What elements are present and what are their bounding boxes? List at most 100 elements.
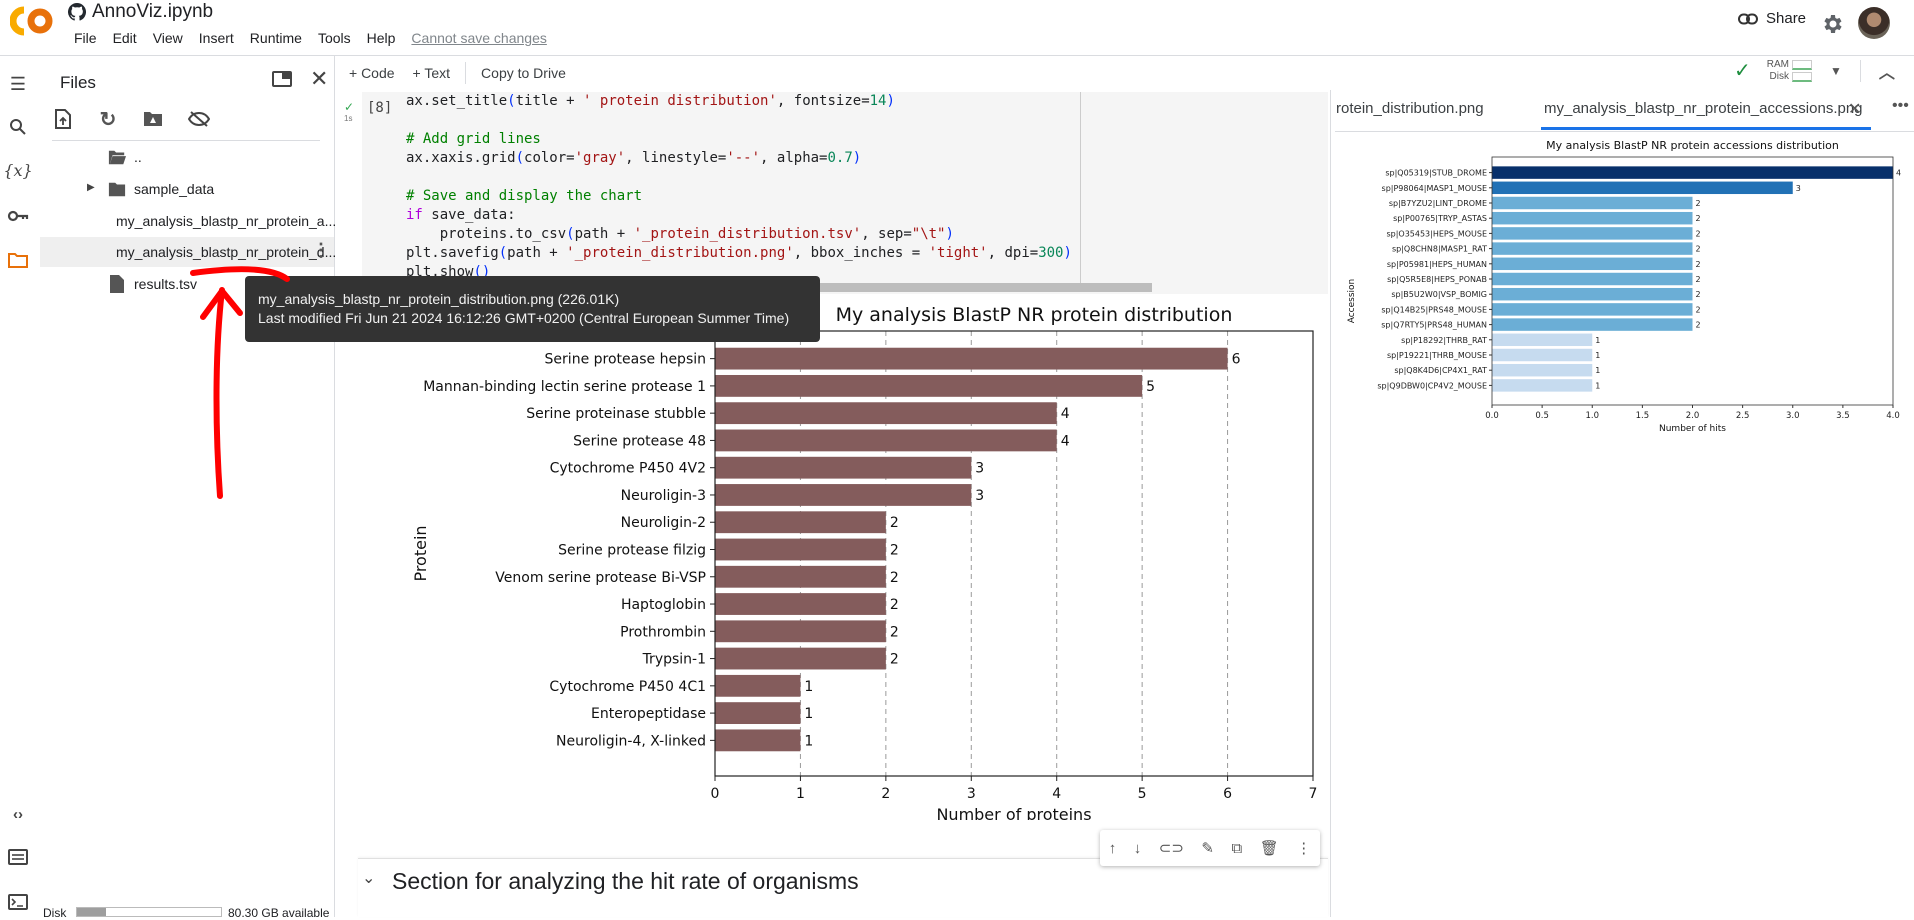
copy-to-drive-button[interactable]: Copy to Drive (472, 65, 575, 81)
add-code-button[interactable]: + Code (340, 65, 404, 81)
y-tick-label: sp|Q8CHN8|MASP1_RAT (1392, 245, 1487, 254)
user-avatar[interactable] (1858, 7, 1890, 39)
ram-graph (1792, 59, 1812, 70)
tab-protein-accessions[interactable]: my_analysis_blastp_nr_protein_accessions… (1544, 100, 1863, 117)
bar-value-label: 2 (890, 570, 899, 586)
bar-value-label: 2 (1696, 290, 1701, 299)
y-tick-label: Cytochrome P450 4C1 (549, 679, 706, 695)
folder-icon[interactable] (6, 248, 30, 272)
bar (1492, 181, 1793, 195)
notebook-title[interactable]: AnnoViz.ipynb (68, 1, 213, 23)
bar (1492, 242, 1693, 255)
link-to-cell-icon[interactable]: ⊂⊃ (1159, 839, 1184, 857)
code-snippets-icon[interactable]: ‹› (6, 802, 30, 826)
menu-edit[interactable]: Edit (105, 30, 145, 46)
mirror-cell-icon[interactable]: ⧉ (1231, 840, 1242, 857)
share-button[interactable]: Share (1738, 10, 1806, 27)
bar (715, 565, 886, 588)
chart-title: My analysis BlastP NR protein distributi… (836, 304, 1233, 326)
move-up-icon[interactable]: ↑ (1109, 840, 1117, 857)
y-tick-label: sp|B7YZU2|LINT_DROME (1389, 199, 1487, 208)
bar-value-label: 1 (1595, 381, 1600, 390)
x-tick-label: 0.0 (1485, 411, 1499, 421)
x-tick-label: 1 (796, 786, 805, 802)
hide-files-icon[interactable] (188, 108, 210, 130)
notebook-title-text: AnnoViz.ipynb (92, 1, 214, 22)
bar-value-label: 2 (1696, 229, 1701, 238)
delete-icon[interactable]: 🗑 (1260, 839, 1279, 857)
bar-value-label: 2 (890, 624, 899, 640)
tab-protein-distribution[interactable]: rotein_distribution.png (1336, 100, 1484, 117)
variables-icon[interactable]: {x} (3, 158, 32, 182)
bar (1492, 303, 1693, 316)
code-editor[interactable]: ax.set_title(title + ' protein distribut… (406, 92, 1072, 282)
collapse-section-icon[interactable]: ⌄ (362, 868, 375, 888)
more-options-icon[interactable]: ⋮ (312, 240, 330, 261)
file-icon (110, 275, 124, 293)
more-actions-icon[interactable]: ⋮ (1296, 839, 1311, 857)
colab-logo[interactable] (10, 6, 54, 36)
edit-pencil-icon[interactable]: ✎ (1201, 839, 1214, 857)
close-panel-icon[interactable]: ✕ (310, 66, 328, 92)
open-in-tab-icon[interactable] (272, 71, 292, 87)
save-status-link[interactable]: Cannot save changes (403, 30, 554, 46)
menu-insert[interactable]: Insert (191, 30, 242, 46)
menu-view[interactable]: View (145, 30, 191, 46)
link-icon (1738, 13, 1758, 24)
refresh-icon[interactable]: ↻ (97, 108, 119, 131)
bar (1492, 348, 1593, 362)
y-axis-label: Accession (1347, 279, 1357, 324)
y-tick-label: Venom serine protease Bi-VSP (495, 570, 706, 586)
resources-indicator[interactable]: ✓ RAM Disk ▼ ︿ (1734, 58, 1895, 83)
x-tick-label: 2 (881, 786, 890, 802)
connected-check-icon: ✓ (1734, 60, 1751, 82)
x-tick-label: 2.0 (1686, 411, 1700, 421)
upload-file-icon[interactable] (52, 108, 74, 130)
y-tick-label: Trypsin-1 (642, 652, 706, 668)
bar (715, 374, 1143, 397)
execution-count[interactable]: [8] (367, 100, 392, 116)
toc-icon[interactable]: ☰ (6, 72, 30, 96)
search-icon[interactable] (6, 115, 30, 139)
bar (1492, 227, 1693, 240)
runtime-dropdown-icon[interactable]: ▼ (1830, 64, 1842, 78)
expand-arrow-icon[interactable]: ▶ (87, 182, 95, 193)
settings-gear-icon[interactable] (1820, 12, 1844, 36)
bar (715, 347, 1228, 370)
menu-file[interactable]: File (66, 30, 105, 46)
folder-icon (108, 182, 126, 197)
menu-help[interactable]: Help (359, 30, 404, 46)
close-tab-icon[interactable]: ✕ (1848, 99, 1861, 119)
bar-value-label: 2 (1696, 214, 1701, 223)
y-tick-label: sp|P19221|THRB_MOUSE (1387, 351, 1487, 360)
collapse-header-icon[interactable]: ︿ (1879, 59, 1895, 83)
menu-runtime[interactable]: Runtime (242, 30, 310, 46)
y-tick-label: sp|O35453|HEPS_MOUSE (1386, 229, 1487, 238)
x-tick-label: 3.0 (1786, 411, 1800, 421)
file-name: results.tsv (134, 276, 198, 292)
bar-value-label: 3 (975, 461, 984, 477)
bar (1492, 363, 1593, 377)
y-tick-label: Neuroligin-4, X-linked (556, 733, 706, 749)
y-tick-label: Serine protease hepsin (545, 352, 706, 368)
move-down-icon[interactable]: ↓ (1134, 840, 1142, 857)
ram-label: RAM (1766, 59, 1789, 70)
mount-drive-icon[interactable] (142, 108, 164, 130)
secrets-key-icon[interactable] (6, 204, 30, 228)
add-text-button[interactable]: + Text (404, 65, 460, 81)
bar-value-label: 4 (1061, 406, 1070, 422)
file-item-folder[interactable]: ▶ sample_data (40, 174, 334, 204)
y-tick-label: sp|B5U2W0|VSP_BOMIG (1391, 290, 1487, 299)
bar-value-label: 6 (1232, 352, 1241, 368)
y-tick-label: Serine proteinase stubble (526, 406, 706, 422)
more-tabs-icon[interactable]: ••• (1892, 97, 1909, 115)
x-tick-label: 1.5 (1636, 411, 1650, 421)
bar (1492, 287, 1693, 301)
terminal-icon[interactable] (6, 890, 30, 914)
menu-tools[interactable]: Tools (310, 30, 359, 46)
command-palette-icon[interactable] (6, 845, 30, 869)
file-item-parent[interactable]: .. (40, 142, 334, 172)
file-item[interactable]: my_analysis_blastp_nr_protein_a... (40, 206, 336, 236)
bar-value-label: 1 (1595, 366, 1600, 375)
file-item-selected[interactable]: my_analysis_blastp_nr_protein_d... ⋮ (40, 237, 336, 267)
